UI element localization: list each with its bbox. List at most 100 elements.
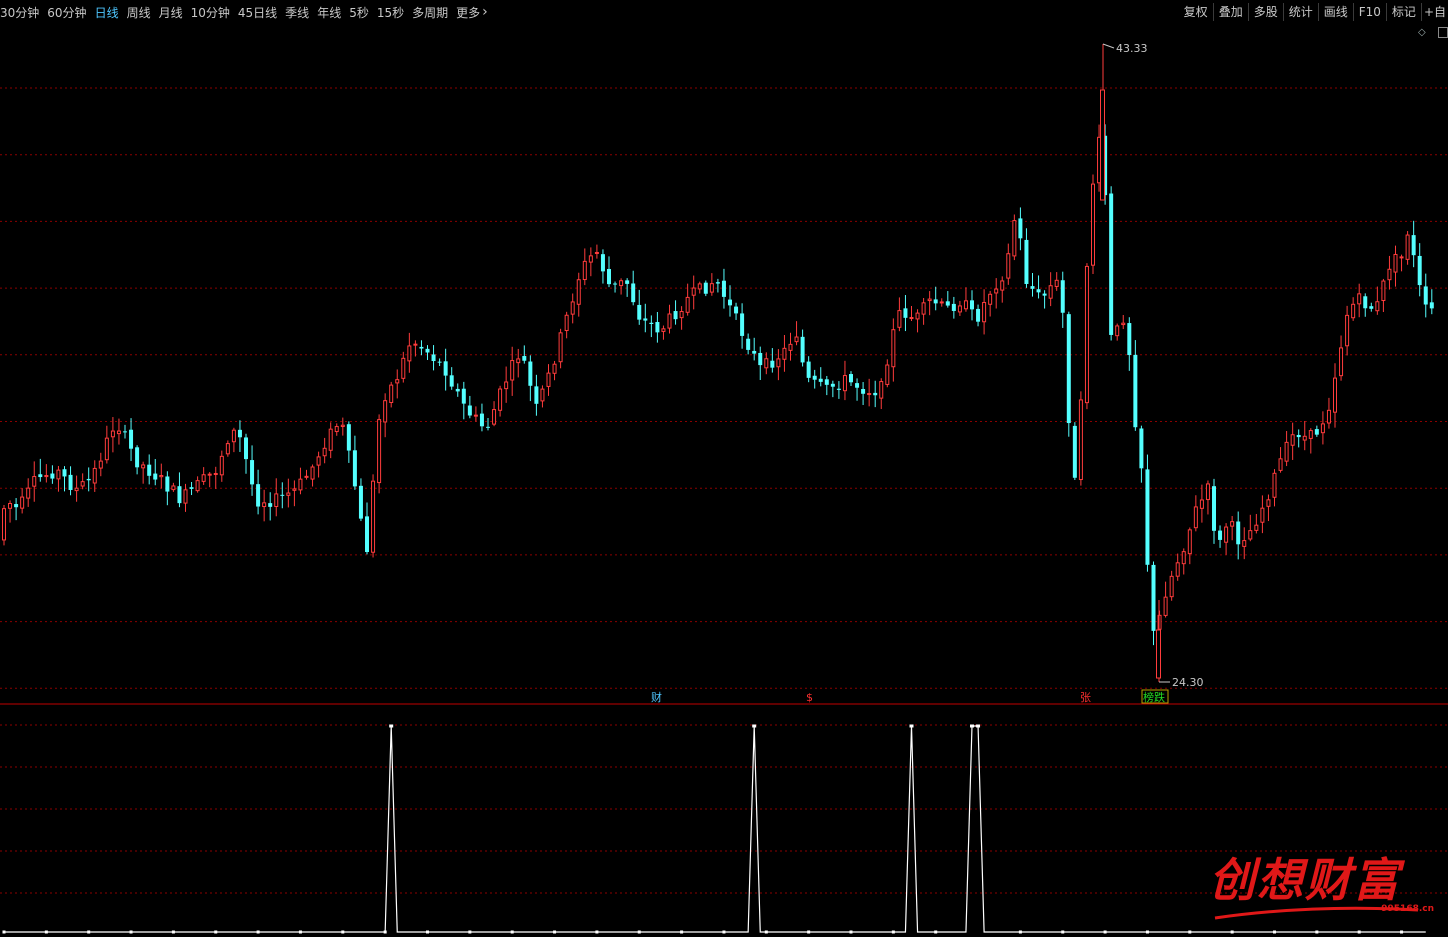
low-candle-body [1156,629,1161,679]
candle-body [800,336,805,363]
candle-body [558,332,563,363]
candle-body [1006,253,1011,279]
candle-body [1387,268,1392,281]
candle-body [1326,409,1331,424]
event-marker-3[interactable]: 榜跌 [1143,690,1165,704]
candle-body [183,489,188,504]
candle-body [588,255,593,263]
candle-body [274,493,279,508]
candle-body [1399,256,1404,259]
candle-body [830,383,835,387]
candle-body [661,328,666,332]
candle-body [104,437,109,461]
candle-body [1163,596,1168,616]
candle-body [1230,521,1235,527]
candle-body [552,363,557,374]
candle-body [1333,377,1337,413]
candle-body [1024,239,1029,284]
candle-body [1339,347,1344,377]
candle-body [582,260,587,281]
candle-body [292,488,297,491]
candle-body [461,388,466,404]
candle-body [165,476,170,492]
candle-body [776,358,781,368]
candle-body [649,322,654,324]
candle-body [262,502,267,508]
candle-body [897,310,902,328]
candle-body [358,485,363,519]
candle-body [933,299,938,304]
candle-body [600,254,605,272]
candle-body [455,388,460,392]
candle-body [951,303,956,311]
candle-body [921,302,926,315]
candle-body [1357,293,1362,305]
candle-body [691,287,696,296]
event-marker-2[interactable]: 张 [1080,691,1091,704]
high-candle-body [1100,89,1105,201]
candle-body [1417,255,1422,286]
candle-body [1212,486,1216,531]
candle-body [709,283,714,293]
watermark-text: 创想财富 [1209,853,1401,907]
candle-body [298,478,303,491]
candle-body [449,375,454,387]
candle-body [340,424,345,427]
candle-body [945,301,950,306]
candle-body [607,268,611,285]
candle-body [1072,425,1077,478]
event-marker-0[interactable]: 财 [651,690,662,704]
candle-body [498,388,503,411]
candle-body [849,374,853,383]
candle-body [1236,521,1241,545]
candle-body [437,361,442,363]
candlestick-series [2,44,1434,682]
candle-body [1260,507,1265,523]
candle-body [1302,435,1307,441]
candle-body [153,473,158,480]
candle-body [1060,280,1065,313]
candle-body [752,350,757,354]
candle-body [836,388,841,390]
candle-body [159,475,164,478]
candle-body [740,313,745,336]
candle-body [957,305,962,313]
candle-body [1296,434,1301,438]
candle-body [594,251,599,254]
candle-body [467,405,472,416]
candle-body [1187,529,1192,555]
event-marker-1[interactable]: $ [806,691,813,704]
candle-body [546,372,551,387]
candle-body [734,306,739,314]
candle-body [244,437,248,460]
candle-body [909,317,914,320]
candle-body [534,386,539,404]
candle-body [141,464,146,469]
candle-body [86,478,91,481]
candle-body [1109,193,1114,335]
candle-body [310,466,315,480]
price-chart[interactable]: 43.33 24.30 财 $ 张 榜跌 [0,0,1448,937]
candle-body [879,381,884,399]
candle-body [1084,265,1089,404]
candle-body [195,480,200,492]
candle-body [171,485,176,491]
candle-body [927,298,932,302]
candle-body [625,280,630,284]
candle-body [1193,506,1198,529]
candle-body [764,358,769,369]
candle-body [44,475,49,478]
candle-body [510,360,515,381]
candle-body [389,384,394,403]
candle-body [8,503,13,509]
candle-body [177,486,182,504]
candle-body [1012,220,1017,257]
candle-body [1181,551,1186,565]
high-price-label: 43.33 [1116,42,1148,55]
candle-body [1429,302,1434,309]
candle-body [1205,483,1210,501]
candle-body [1115,325,1120,337]
candle-body [788,343,793,351]
candle-body [891,329,896,368]
candle-body [322,447,327,457]
